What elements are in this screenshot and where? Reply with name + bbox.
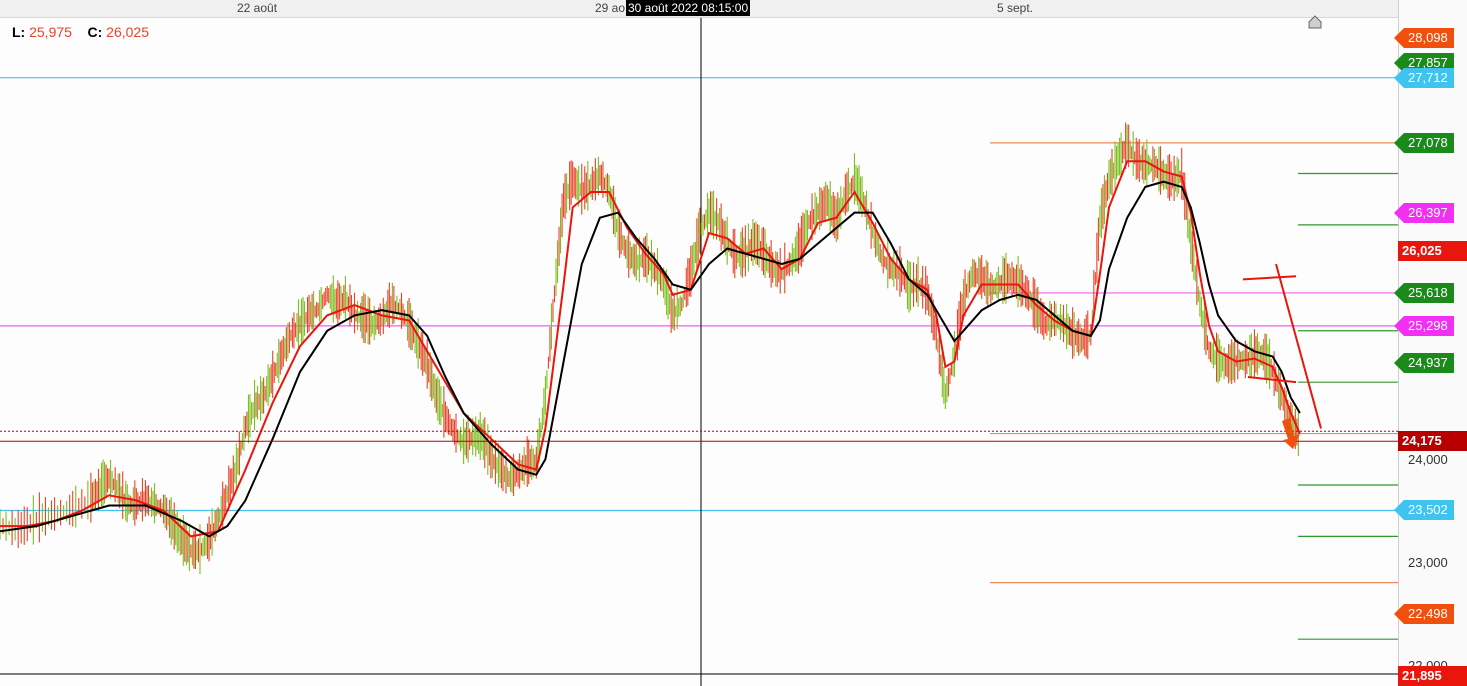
scroll-up-icon[interactable] <box>1307 14 1323 30</box>
y-tick-label: 24,000 <box>1408 452 1448 467</box>
x-tick-label: 22 août <box>237 1 278 15</box>
low-label: L: <box>12 24 26 40</box>
price-tag: 27,712 <box>1394 67 1454 88</box>
price-tag: 24,937 <box>1394 352 1454 373</box>
price-tag: 21,895 <box>1398 665 1467 686</box>
crosshair-time-label: 30 août 2022 08:15:00 <box>626 0 751 16</box>
price-tag: 23,502 <box>1394 500 1454 521</box>
time-axis: 22 août 29 ao 5 sept. 30 août 2022 08:15… <box>0 0 1398 18</box>
price-axis[interactable]: 24,000 23,000 22,000 <box>1398 0 1467 686</box>
price-tag: 22,498 <box>1394 603 1454 624</box>
close-label: C: <box>87 24 103 40</box>
price-chart[interactable] <box>0 0 1398 686</box>
price-tag: 27,078 <box>1394 132 1454 153</box>
low-value: 25,975 <box>29 24 72 40</box>
y-tick-label: 23,000 <box>1408 555 1448 570</box>
price-tag: 28,098 <box>1394 28 1454 48</box>
price-tag: 25,618 <box>1394 282 1454 303</box>
close-value: 26,025 <box>106 24 149 40</box>
x-tick-label: 29 ao <box>595 1 626 15</box>
annotation-line <box>1247 376 1297 384</box>
x-tick-label: 5 sept. <box>997 1 1034 15</box>
price-tag: 24,175 <box>1398 431 1467 452</box>
price-tag: 26,397 <box>1394 202 1454 223</box>
ohlc-legend: L: 25,975 C: 26,025 <box>12 24 149 40</box>
price-tag: 26,025 <box>1398 241 1467 262</box>
annotation-line <box>1242 275 1297 281</box>
price-tag: 25,298 <box>1394 315 1454 336</box>
